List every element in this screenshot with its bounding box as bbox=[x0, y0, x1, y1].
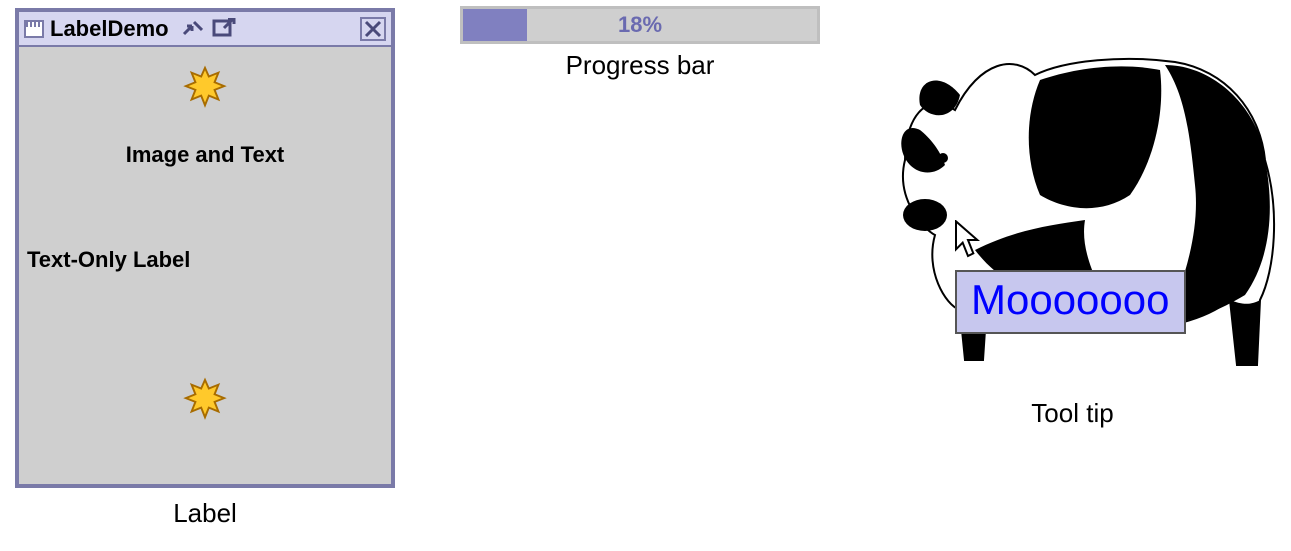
window-title: LabelDemo bbox=[50, 16, 169, 42]
maximize-icon[interactable] bbox=[211, 17, 237, 41]
window-titlebar[interactable]: LabelDemo bbox=[19, 12, 391, 47]
progress-caption: Progress bar bbox=[460, 50, 820, 81]
image-and-text-label: Image and Text bbox=[126, 142, 285, 168]
tooltip-caption: Tool tip bbox=[865, 398, 1280, 429]
close-icon[interactable] bbox=[360, 17, 386, 41]
progress-text: 18% bbox=[463, 9, 817, 41]
tooltip: Mooooooo bbox=[955, 270, 1186, 334]
star-icon bbox=[182, 65, 228, 116]
star-icon bbox=[182, 377, 228, 428]
minimize-icon[interactable] bbox=[179, 17, 205, 41]
label-demo-body: Image and Text Text-Only Label bbox=[19, 47, 391, 484]
cow-image: Mooooooo bbox=[865, 0, 1280, 400]
progress-bar: 18% bbox=[460, 6, 820, 44]
window-system-icon bbox=[24, 20, 44, 38]
cursor-icon bbox=[953, 220, 983, 260]
label-caption: Label bbox=[15, 498, 395, 529]
text-only-label: Text-Only Label bbox=[27, 247, 190, 273]
progress-bar-section: 18% Progress bar bbox=[460, 6, 820, 81]
label-demo-window: LabelDemo Image and Text Text-Only Label bbox=[15, 8, 395, 488]
